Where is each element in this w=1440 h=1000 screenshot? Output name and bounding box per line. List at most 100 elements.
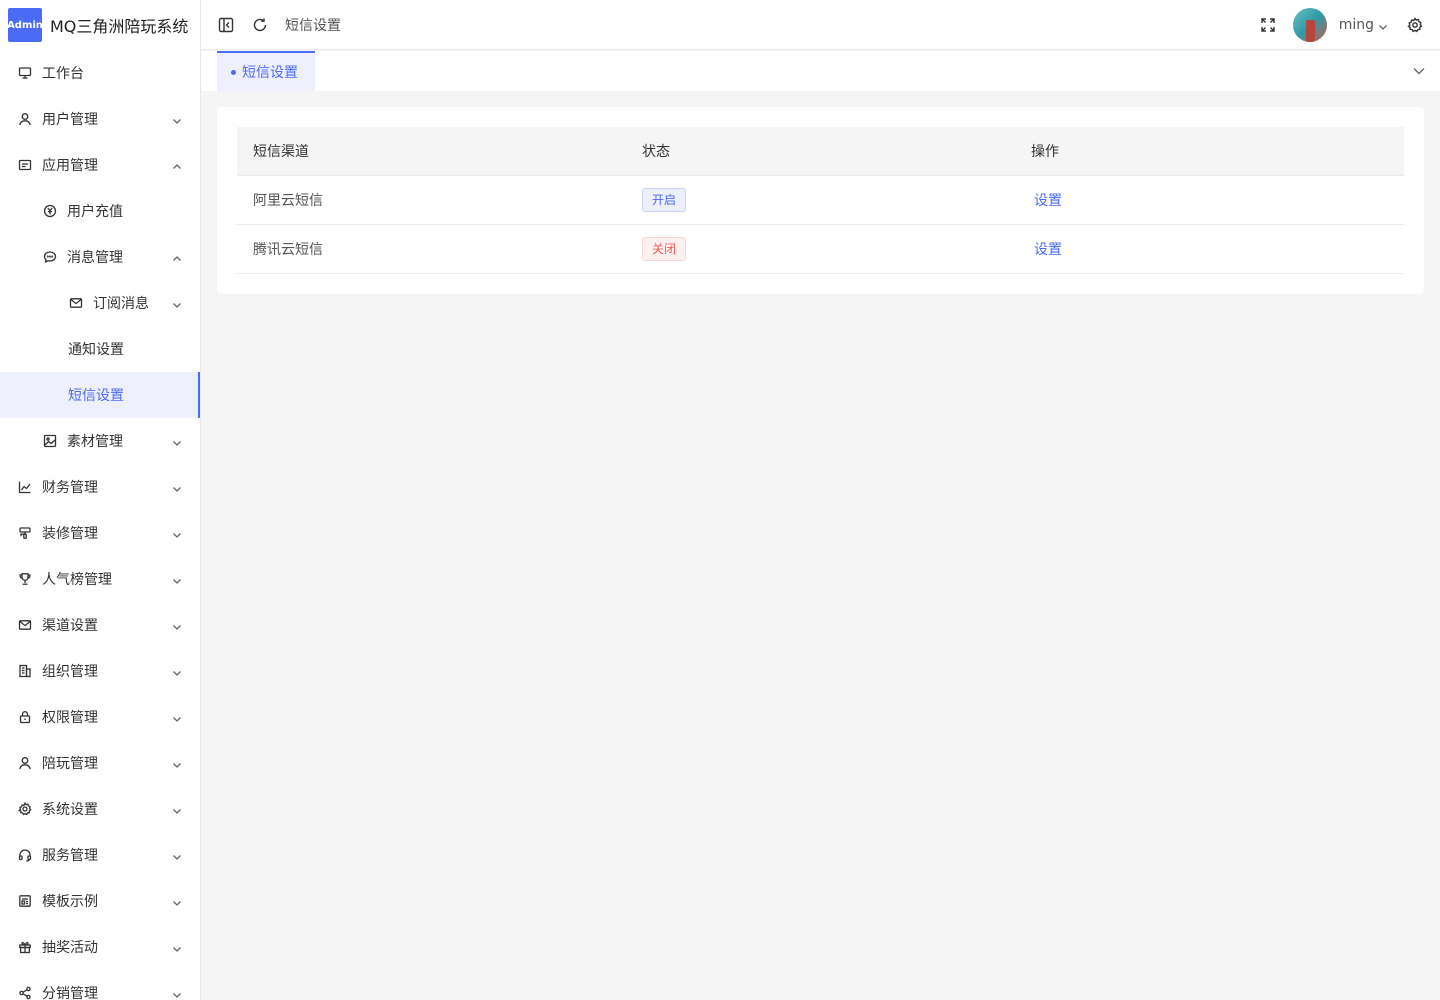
chevron-down-icon: [172, 574, 182, 584]
chevron-down-icon: [172, 298, 182, 308]
sidebar-item-label: 模板示例: [42, 894, 98, 910]
building-icon: [18, 664, 32, 678]
sidebar-item-8[interactable]: 素材管理: [0, 418, 200, 464]
brand: Admin MQ三角洲陪玩系统: [0, 0, 200, 50]
template-icon: [18, 894, 32, 908]
sidebar-item-1[interactable]: 用户管理: [0, 96, 200, 142]
sidebar-item-4[interactable]: 消息管理: [0, 234, 200, 280]
chevron-down-icon: [172, 942, 182, 952]
sidebar-item-label: 渠道设置: [42, 618, 98, 634]
yen-circle-icon: [43, 204, 57, 218]
settings-link[interactable]: 设置: [1034, 242, 1062, 258]
active-dot: [231, 69, 236, 75]
user-icon: [18, 756, 32, 770]
table-header-row: 短信渠道 状态 操作: [237, 127, 1404, 176]
sidebar-item-label: 权限管理: [42, 710, 98, 726]
sidebar-item-19[interactable]: 抽奖活动: [0, 924, 200, 970]
sidebar-item-20[interactable]: 分销管理: [0, 970, 200, 1000]
action-cell: 设置: [1015, 175, 1404, 225]
sidebar-item-label: 服务管理: [42, 848, 98, 864]
headset-icon: [18, 848, 32, 862]
sidebar-item-label: 应用管理: [42, 158, 98, 174]
username[interactable]: ming: [1339, 17, 1374, 33]
lock-icon: [18, 710, 32, 724]
channel-cell: 阿里云短信: [237, 175, 626, 225]
sidebar-item-14[interactable]: 权限管理: [0, 694, 200, 740]
action-cell: 设置: [1015, 224, 1404, 274]
sidebar-item-label: 用户管理: [42, 112, 98, 128]
fullscreen-icon[interactable]: [1259, 16, 1277, 34]
chevron-up-icon: [172, 252, 182, 262]
chevron-down-icon: [172, 988, 182, 998]
sidebar-item-label: 抽奖活动: [42, 940, 98, 956]
chevron-down-icon[interactable]: [1378, 20, 1388, 30]
header-right: ming: [1259, 0, 1424, 50]
column-header-status: 状态: [626, 127, 1015, 176]
status-badge: 关闭: [642, 236, 687, 261]
chevron-down-icon: [172, 620, 182, 630]
sidebar-item-11[interactable]: 人气榜管理: [0, 556, 200, 602]
top-header: 短信设置 ming: [201, 0, 1440, 50]
sidebar-menu: 工作台用户管理应用管理用户充值消息管理订阅消息通知设置短信设置素材管理财务管理装…: [0, 50, 200, 1000]
sidebar-item-10[interactable]: 装修管理: [0, 510, 200, 556]
status-badge: 开启: [642, 187, 687, 212]
gear-icon: [18, 802, 32, 816]
sidebar-item-15[interactable]: 陪玩管理: [0, 740, 200, 786]
sidebar-item-label: 人气榜管理: [42, 572, 112, 588]
sidebar-item-label: 分销管理: [42, 986, 98, 1000]
sidebar-item-label: 系统设置: [42, 802, 98, 818]
mail-icon: [18, 618, 32, 632]
column-header-action: 操作: [1015, 127, 1404, 176]
monitor-icon: [18, 66, 32, 80]
chevron-down-icon: [172, 436, 182, 446]
sidebar-item-6[interactable]: 通知设置: [0, 326, 200, 372]
sidebar-item-12[interactable]: 渠道设置: [0, 602, 200, 648]
sidebar-item-3[interactable]: 用户充值: [0, 188, 200, 234]
chevron-down-icon: [172, 850, 182, 860]
refresh-icon[interactable]: [251, 16, 269, 34]
sidebar-item-label: 财务管理: [42, 480, 98, 496]
app-icon: [18, 158, 32, 172]
sidebar-item-label: 组织管理: [42, 664, 98, 680]
status-cell: 关闭: [626, 224, 1015, 274]
chat-icon: [43, 250, 57, 264]
channel-cell: 腾讯云短信: [237, 224, 626, 274]
chevron-down-icon[interactable]: [1412, 64, 1426, 78]
chevron-down-icon: [172, 896, 182, 906]
gift-icon: [18, 940, 32, 954]
image-icon: [43, 434, 57, 448]
gear-icon[interactable]: [1406, 16, 1424, 34]
avatar[interactable]: [1292, 8, 1327, 42]
chevron-down-icon: [172, 804, 182, 814]
sidebar-item-label: 短信设置: [68, 388, 124, 404]
chevron-down-icon: [172, 666, 182, 676]
share-icon: [18, 986, 32, 1000]
chart-icon: [18, 480, 32, 494]
breadcrumb: 短信设置: [285, 17, 341, 34]
sidebar-item-label: 通知设置: [68, 342, 124, 358]
sidebar-item-label: 订阅消息: [93, 296, 149, 312]
sidebar-item-0[interactable]: 工作台: [0, 50, 200, 96]
chevron-down-icon: [172, 482, 182, 492]
chevron-down-icon: [172, 758, 182, 768]
sidebar-item-17[interactable]: 服务管理: [0, 832, 200, 878]
sidebar-item-9[interactable]: 财务管理: [0, 464, 200, 510]
chevron-down-icon: [172, 712, 182, 722]
settings-link[interactable]: 设置: [1034, 193, 1062, 209]
tab-label: 短信设置: [242, 65, 298, 81]
table-row: 腾讯云短信 关闭 设置: [237, 224, 1404, 274]
brand-logo: Admin: [7, 8, 43, 42]
sidebar: Admin MQ三角洲陪玩系统 工作台用户管理应用管理用户充值消息管理订阅消息通…: [0, 0, 201, 1000]
sidebar-item-16[interactable]: 系统设置: [0, 786, 200, 832]
collapse-sidebar-icon[interactable]: [217, 16, 235, 34]
status-cell: 开启: [626, 175, 1015, 225]
sidebar-item-7[interactable]: 短信设置: [0, 372, 200, 418]
sidebar-item-label: 用户充值: [67, 204, 123, 220]
sidebar-item-13[interactable]: 组织管理: [0, 648, 200, 694]
sidebar-item-2[interactable]: 应用管理: [0, 142, 200, 188]
chevron-down-icon: [172, 528, 182, 538]
sidebar-item-5[interactable]: 订阅消息: [0, 280, 200, 326]
sidebar-item-label: 陪玩管理: [42, 756, 98, 772]
sidebar-item-18[interactable]: 模板示例: [0, 878, 200, 924]
tab-sms-settings[interactable]: 短信设置: [217, 51, 315, 91]
